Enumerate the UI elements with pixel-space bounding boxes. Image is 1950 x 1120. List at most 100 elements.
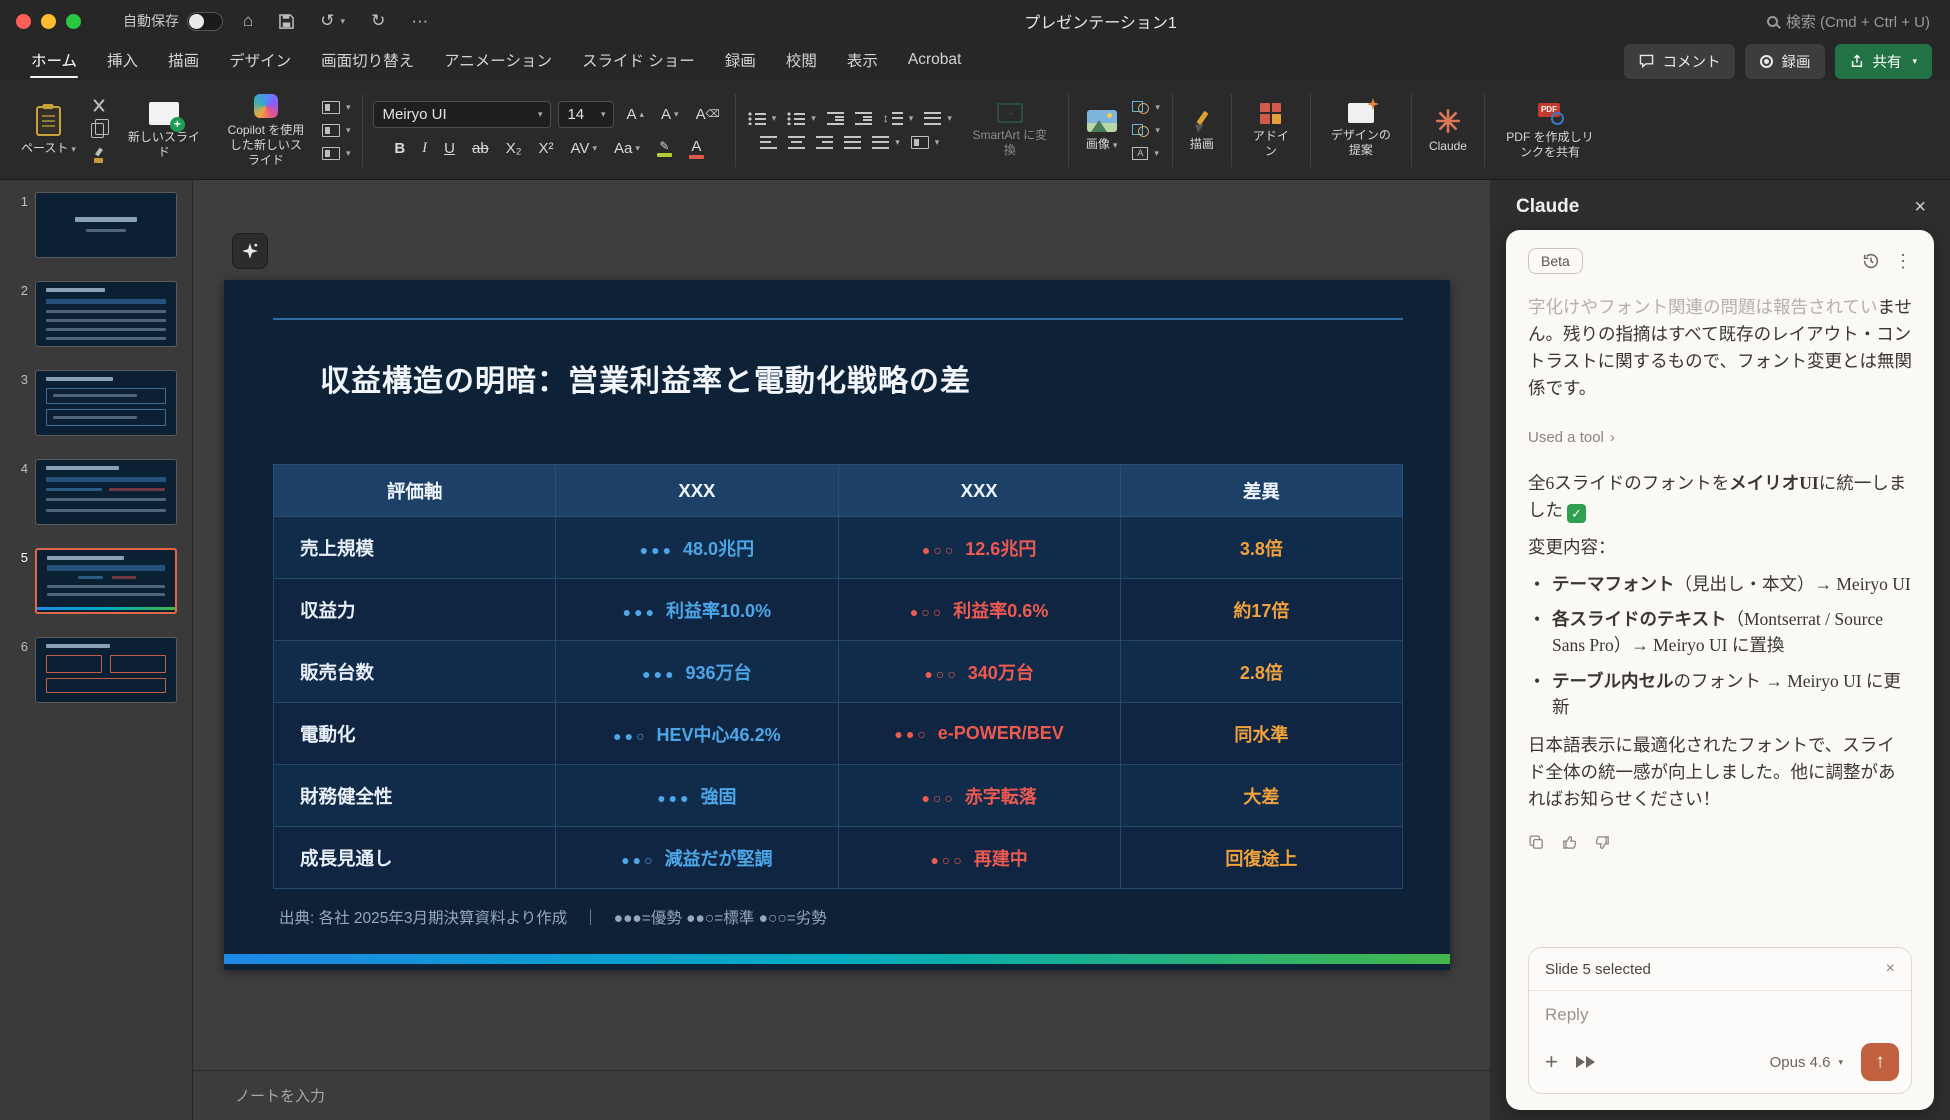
new-slide-button[interactable]: 新しいスライド — [116, 98, 212, 164]
justify-button[interactable] — [842, 135, 863, 150]
more-commands-button[interactable]: ··· — [405, 7, 434, 35]
send-button[interactable]: ↑ — [1861, 1043, 1899, 1081]
italic-button[interactable]: I — [417, 138, 432, 159]
font-color-button[interactable]: A — [684, 137, 709, 161]
subscript-button[interactable]: X₂ — [501, 138, 527, 159]
slide-source-note[interactable]: 出典: 各社 2025年3月期決算資料より作成 ｜ ●●●=優勢 ●●○=標準 … — [279, 906, 827, 928]
shrink-font-button[interactable]: A▾ — [656, 104, 684, 125]
slide-layout-button[interactable]: ▾ — [320, 100, 353, 115]
minimize-window-button[interactable] — [41, 14, 56, 29]
share-button[interactable]: 共有 ▾ — [1835, 44, 1932, 79]
table-row[interactable]: 財務健全性 ●●●強固 ●○○赤字転落 大差 — [274, 765, 1403, 827]
font-size-select[interactable]: 14▾ — [558, 101, 614, 128]
tab-record[interactable]: 録画 — [712, 42, 769, 80]
create-pdf-button[interactable]: PDF を作成しリンクを共有 — [1495, 97, 1605, 164]
model-selector[interactable]: Opus 4.6▾ — [1770, 1054, 1843, 1071]
superscript-button[interactable]: X² — [534, 138, 559, 159]
tab-animations[interactable]: アニメーション — [431, 42, 565, 80]
insert-shapes-button[interactable]: ▾ — [1130, 100, 1162, 115]
slide-thumbnail-5[interactable]: 5 — [0, 548, 192, 614]
clear-formatting-button[interactable]: A⌫ — [691, 104, 725, 125]
tab-review[interactable]: 校閲 — [773, 42, 830, 80]
copy-message-button[interactable] — [1528, 834, 1545, 851]
table-row[interactable]: 成長見通し ●●○減益だが堅調 ●○○再建中 回復途上 — [274, 827, 1403, 889]
close-panel-button[interactable]: × — [1914, 197, 1926, 217]
tab-insert[interactable]: 挿入 — [94, 42, 151, 80]
close-window-button[interactable] — [16, 14, 31, 29]
comments-button[interactable]: コメント — [1624, 44, 1735, 79]
addins-button[interactable]: アドイン — [1242, 99, 1300, 163]
designer-button[interactable]: デザインの提案 — [1321, 99, 1401, 162]
decrease-indent-button[interactable] — [825, 111, 846, 126]
slide-thumbnail-2[interactable]: 2 — [0, 281, 192, 347]
insert-textbox-button[interactable]: A▾ — [1130, 146, 1162, 161]
align-text-button[interactable]: ▾ — [909, 135, 942, 150]
save-button[interactable] — [273, 10, 300, 33]
bullets-button[interactable]: ▾ — [746, 111, 779, 126]
convert-smartart-button[interactable]: SmartArt に変換 — [962, 99, 1058, 162]
align-center-button[interactable] — [786, 135, 807, 150]
text-direction-button[interactable]: ▾ — [870, 135, 902, 150]
copy-button[interactable] — [89, 122, 108, 139]
tab-view[interactable]: 表示 — [834, 42, 891, 80]
table-row[interactable]: 販売台数 ●●●936万台 ●○○340万台 2.8倍 — [274, 641, 1403, 703]
tab-design[interactable]: デザイン — [216, 42, 304, 80]
remove-context-button[interactable]: × — [1886, 960, 1895, 978]
history-button[interactable] — [1862, 252, 1880, 270]
numbering-button[interactable]: ▾ — [785, 111, 818, 126]
align-right-button[interactable] — [814, 135, 835, 150]
slide-thumbnail-3[interactable]: 3 — [0, 370, 192, 436]
draw-button[interactable]: 描画 — [1183, 106, 1221, 156]
tab-draw[interactable]: 描画 — [155, 42, 212, 80]
paste-button[interactable]: ペースト▾ — [14, 102, 83, 160]
thumbs-up-button[interactable] — [1561, 834, 1578, 851]
font-family-select[interactable]: Meiryo UI▾ — [373, 101, 551, 128]
slide-editor[interactable]: 収益構造の明暗：営業利益率と電動化戦略の差 評価軸 XXX XXX 差異 売上規… — [224, 280, 1450, 970]
slide-thumbnail-4[interactable]: 4 — [0, 459, 192, 525]
autosave-toggle[interactable] — [187, 12, 223, 31]
insert-icons-button[interactable]: ▾ — [1130, 123, 1162, 138]
format-painter-button[interactable] — [89, 147, 108, 164]
table-row[interactable]: 電動化 ●●○HEV中心46.2% ●●○e-POWER/BEV 同水準 — [274, 703, 1403, 765]
tab-transitions[interactable]: 画面切り替え — [308, 42, 427, 80]
designer-fab-button[interactable] — [232, 233, 268, 269]
tab-slideshow[interactable]: スライド ショー — [569, 42, 708, 80]
notes-pane[interactable]: ノートを入力 — [193, 1070, 1490, 1120]
tab-acrobat[interactable]: Acrobat — [895, 44, 974, 78]
reply-input[interactable] — [1529, 991, 1911, 1035]
grow-font-button[interactable]: A▴ — [621, 105, 649, 124]
section-button[interactable]: ▾ — [320, 146, 353, 161]
columns-button[interactable]: ▾ — [922, 111, 954, 126]
character-spacing-button[interactable]: AV▾ — [566, 138, 602, 159]
slide-thumbnail-1[interactable]: 1 — [0, 192, 192, 258]
zoom-window-button[interactable] — [66, 14, 81, 29]
tab-home[interactable]: ホーム — [18, 42, 90, 80]
attach-button[interactable]: + — [1545, 1051, 1558, 1073]
redo-button[interactable]: ↻ — [365, 7, 391, 35]
fast-forward-button[interactable] — [1576, 1056, 1595, 1068]
thumbs-down-button[interactable] — [1594, 834, 1611, 851]
underline-button[interactable]: U — [439, 138, 460, 159]
strikethrough-button[interactable]: ab — [467, 138, 494, 159]
overflow-menu-button[interactable]: ⋮ — [1894, 251, 1912, 272]
home-button[interactable]: ⌂ — [237, 7, 259, 35]
comparison-table[interactable]: 評価軸 XXX XXX 差異 売上規模 ●●●48.0兆円 ●○○12.6兆円 … — [273, 464, 1403, 889]
record-button[interactable]: 録画 — [1745, 44, 1825, 79]
undo-button[interactable]: ↺▾ — [314, 7, 351, 35]
claude-addin-button[interactable]: Claude — [1422, 104, 1474, 158]
search-field[interactable]: 検索 (Cmd + Ctrl + U) — [1767, 11, 1934, 32]
reset-slide-button[interactable]: ▾ — [320, 123, 353, 138]
align-left-button[interactable] — [758, 135, 779, 150]
cut-button[interactable] — [89, 97, 108, 114]
change-case-button[interactable]: Aa▾ — [609, 138, 645, 159]
slide-title[interactable]: 収益構造の明暗：営業利益率と電動化戦略の差 — [320, 356, 971, 400]
increase-indent-button[interactable] — [853, 111, 874, 126]
copilot-new-slide-button[interactable]: Copilot を使用した新しいスライド — [218, 90, 314, 172]
used-a-tool-disclosure[interactable]: Used a tool› — [1528, 429, 1912, 446]
bold-button[interactable]: B — [389, 138, 410, 159]
table-row[interactable]: 売上規模 ●●●48.0兆円 ●○○12.6兆円 3.8倍 — [274, 517, 1403, 579]
insert-picture-button[interactable]: 画像▾ — [1079, 106, 1125, 156]
slide-thumbnail-6[interactable]: 6 — [0, 637, 192, 703]
highlight-color-button[interactable]: ✎ — [652, 138, 677, 159]
table-row[interactable]: 収益力 ●●●利益率10.0% ●○○利益率0.6% 約17倍 — [274, 579, 1403, 641]
